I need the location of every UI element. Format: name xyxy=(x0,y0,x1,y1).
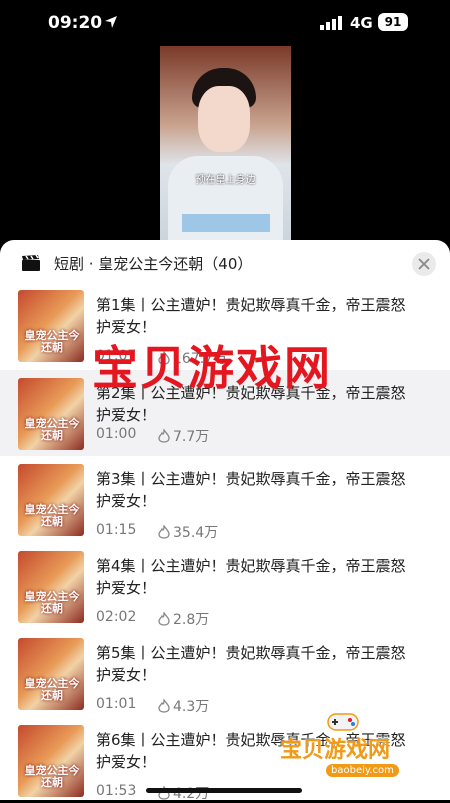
episode-sheet: 短剧 · 皇宠公主今还朝（40） 皇宠公主今还朝 第1集丨公主遭妒！贵妃欺辱真千… xyxy=(0,240,450,803)
episode-row[interactable]: 皇宠公主今还朝 第4集丨公主遭妒！贵妃欺辱真千金，帝王震怒护爱女！ 02:02 … xyxy=(0,551,450,637)
episode-plays-count: 35.4万 xyxy=(173,525,219,541)
home-indicator xyxy=(146,788,302,793)
episode-title: 第4集丨公主遭妒！贵妃欺辱真千金，帝王震怒护爱女！ xyxy=(96,557,406,597)
episode-duration: 01:53 xyxy=(96,783,137,799)
watermark-url: baobeiy.com xyxy=(326,764,399,777)
battery-icon: 91 xyxy=(378,13,408,31)
thumbnail-caption: 皇宠公主今还朝 xyxy=(24,503,80,528)
episode-thumbnail: 皇宠公主今还朝 xyxy=(18,290,84,362)
close-icon xyxy=(418,258,430,270)
thumbnail-caption: 皇宠公主今还朝 xyxy=(24,329,80,354)
signal-icon xyxy=(320,16,342,30)
episode-plays: 7.7万 xyxy=(158,426,209,446)
episode-duration: 01:15 xyxy=(96,522,137,538)
episode-duration: 02:02 xyxy=(96,609,137,625)
episode-row[interactable]: 皇宠公主今还朝 第3集丨公主遭妒！贵妃欺辱真千金，帝王震怒护爱女！ 01:15 … xyxy=(0,464,450,550)
close-button[interactable] xyxy=(412,252,436,276)
sheet-title: 短剧 · 皇宠公主今还朝（40） xyxy=(54,255,253,273)
episode-plays: 4.2万 xyxy=(158,783,209,803)
gamepad-logo-icon xyxy=(327,713,359,731)
thumbnail-caption: 皇宠公主今还朝 xyxy=(24,417,80,442)
flame-icon xyxy=(158,610,170,626)
episode-plays-count: 7.7万 xyxy=(173,429,210,445)
episode-thumbnail: 皇宠公主今还朝 xyxy=(18,551,84,623)
watermark-main: 宝贝游戏网 xyxy=(92,341,332,395)
flame-icon xyxy=(158,427,170,443)
video-player[interactable]: 预在皇上身边 xyxy=(160,46,291,244)
video-subtitle: 预在皇上身边 xyxy=(195,175,256,186)
thumbnail-caption: 皇宠公主今还朝 xyxy=(24,677,80,702)
episode-duration: 01:00 xyxy=(96,426,137,442)
episode-thumbnail: 皇宠公主今还朝 xyxy=(18,464,84,536)
episode-row[interactable]: 皇宠公主今还朝 第5集丨公主遭妒！贵妃欺辱真千金，帝王震怒护爱女！ 01:01 … xyxy=(0,638,450,724)
episode-plays-count: 2.8万 xyxy=(173,612,210,628)
episode-plays-count: 4.3万 xyxy=(173,699,210,715)
episode-duration: 01:01 xyxy=(96,696,137,712)
video-figure-sash xyxy=(182,214,270,232)
clapperboard-icon xyxy=(22,255,40,271)
status-time: 09:20 xyxy=(48,13,103,33)
flame-icon xyxy=(158,697,170,713)
episode-title: 第5集丨公主遭妒！贵妃欺辱真千金，帝王震怒护爱女！ xyxy=(96,644,406,684)
status-bar: 09:20 4G 91 xyxy=(0,0,450,48)
flame-icon xyxy=(158,523,170,539)
episode-plays: 2.8万 xyxy=(158,609,209,629)
location-arrow-icon xyxy=(105,16,117,28)
watermark-corner: 宝贝游戏网 xyxy=(280,738,391,763)
thumbnail-caption: 皇宠公主今还朝 xyxy=(24,590,80,615)
network-type: 4G xyxy=(350,14,373,32)
episode-thumbnail: 皇宠公主今还朝 xyxy=(18,638,84,710)
episode-plays: 4.3万 xyxy=(158,696,209,716)
episode-title: 第3集丨公主遭妒！贵妃欺辱真千金，帝王震怒护爱女！ xyxy=(96,470,406,510)
video-figure-face xyxy=(198,86,250,152)
thumbnail-caption: 皇宠公主今还朝 xyxy=(24,764,80,789)
episode-thumbnail: 皇宠公主今还朝 xyxy=(18,378,84,450)
episode-thumbnail: 皇宠公主今还朝 xyxy=(18,725,84,797)
episode-plays: 35.4万 xyxy=(158,522,218,542)
